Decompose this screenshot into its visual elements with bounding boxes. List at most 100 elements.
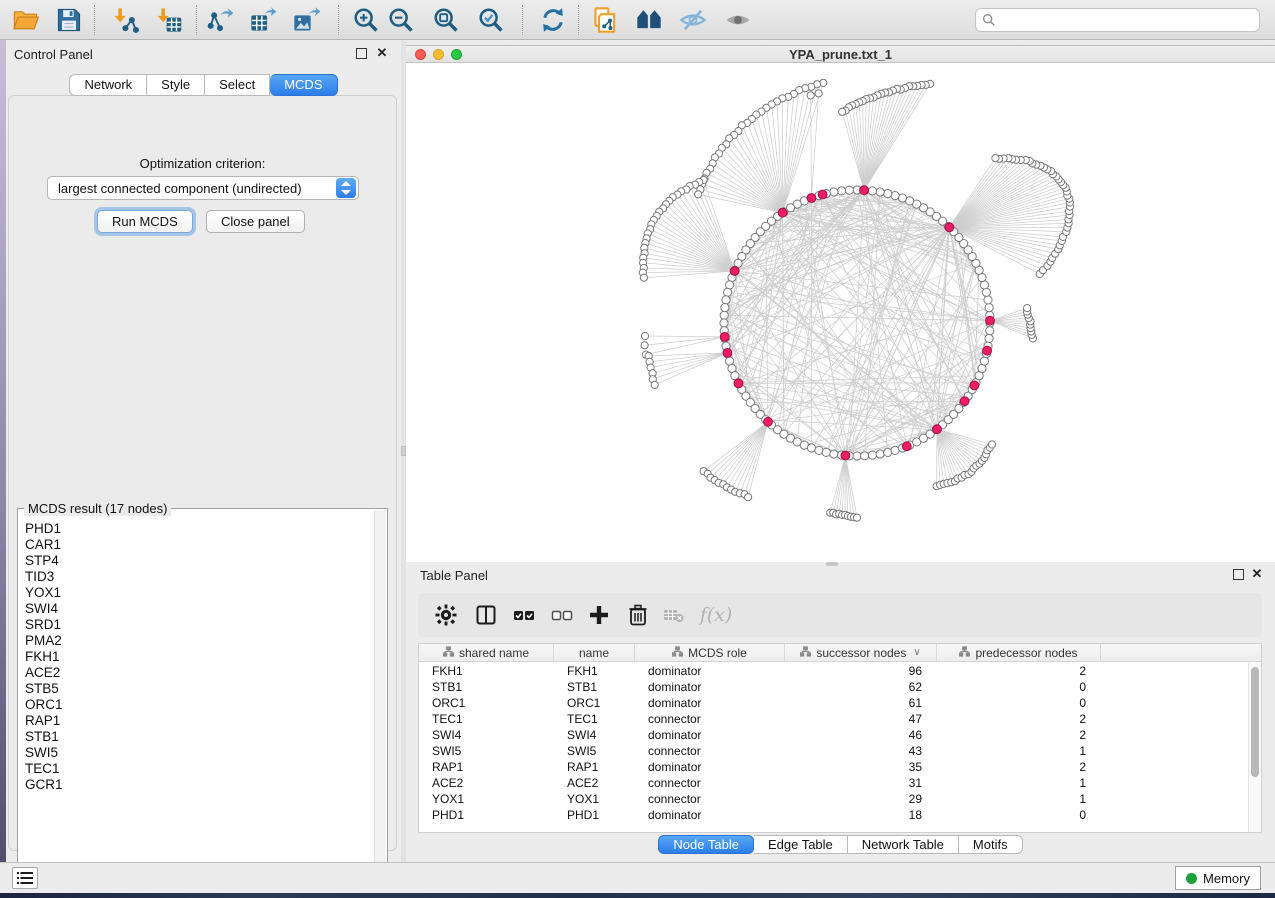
cell-successor-nodes[interactable]: 47 <box>785 711 937 727</box>
mcds-result-item[interactable]: ORC1 <box>25 697 373 713</box>
network-node[interactable] <box>722 296 730 304</box>
network-node[interactable] <box>724 288 732 296</box>
network-dominator-node[interactable] <box>960 397 969 406</box>
search-input[interactable] <box>996 10 1259 30</box>
mcds-result-item[interactable]: PMA2 <box>25 633 373 649</box>
task-history-button[interactable] <box>12 867 38 889</box>
tab-style[interactable]: Style <box>147 74 205 96</box>
network-node[interactable] <box>985 304 993 312</box>
close-panel-icon[interactable]: ✕ <box>375 45 389 61</box>
table-row[interactable]: ORC1ORC1dominator610 <box>419 695 1248 711</box>
tab-edge-table[interactable]: Edge Table <box>754 835 848 854</box>
table-scrollbar[interactable] <box>1248 663 1261 832</box>
cell-successor-nodes[interactable]: 62 <box>785 679 937 695</box>
mcds-result-scrollbar[interactable] <box>374 510 386 878</box>
mcds-result-item[interactable]: GCR1 <box>25 777 373 793</box>
network-dominator-node[interactable] <box>764 417 773 426</box>
cell-mcds-role[interactable]: connector <box>635 743 785 759</box>
network-node[interactable] <box>815 446 823 454</box>
tab-motifs[interactable]: Motifs <box>959 835 1023 854</box>
column-header-predecessor-nodes[interactable]: predecessor nodes <box>937 644 1101 661</box>
table-mode-button[interactable] <box>430 599 462 631</box>
delete-columns-button[interactable] <box>622 599 654 631</box>
network-leaf-node[interactable] <box>815 90 822 97</box>
mcds-result-item[interactable]: RAP1 <box>25 713 373 729</box>
network-node[interactable] <box>838 187 846 195</box>
cell-shared-name[interactable]: STB1 <box>419 679 554 695</box>
network-leaf-node[interactable] <box>745 494 752 501</box>
first-neighbors-button[interactable] <box>631 3 667 37</box>
network-dominator-node[interactable] <box>841 451 850 460</box>
cell-mcds-role[interactable]: dominator <box>635 663 785 679</box>
mcds-result-item[interactable]: TEC1 <box>25 761 373 777</box>
cell-mcds-role[interactable]: dominator <box>635 727 785 743</box>
column-header-name[interactable]: name <box>554 644 635 661</box>
cell-name[interactable]: ACE2 <box>554 775 635 791</box>
mcds-result-item[interactable]: CAR1 <box>25 537 373 553</box>
table-row[interactable]: ACE2ACE2connector311 <box>419 775 1248 791</box>
cell-predecessor-nodes[interactable]: 1 <box>937 775 1101 791</box>
cell-mcds-role[interactable]: dominator <box>635 807 785 823</box>
network-node[interactable] <box>868 187 876 195</box>
cell-predecessor-nodes[interactable]: 2 <box>937 727 1101 743</box>
clone-network-button[interactable] <box>588 3 624 37</box>
cell-shared-name[interactable]: SWI4 <box>419 727 554 743</box>
network-dominator-node[interactable] <box>818 190 827 199</box>
network-node[interactable] <box>986 327 994 335</box>
cell-name[interactable]: YOX1 <box>554 791 635 807</box>
zoom-out-button[interactable] <box>383 3 419 37</box>
column-header-successor-nodes[interactable]: successor nodes∨ <box>785 644 937 661</box>
mcds-result-item[interactable]: SRD1 <box>25 617 373 633</box>
cell-shared-name[interactable]: SWI5 <box>419 743 554 759</box>
network-leaf-node[interactable] <box>1024 305 1031 312</box>
cell-predecessor-nodes[interactable]: 2 <box>937 711 1101 727</box>
mcds-result-item[interactable]: YOX1 <box>25 585 373 601</box>
network-node[interactable] <box>884 190 892 198</box>
network-dominator-node[interactable] <box>730 267 739 276</box>
cell-name[interactable]: ORC1 <box>554 695 635 711</box>
cell-shared-name[interactable]: YOX1 <box>419 791 554 807</box>
network-node[interactable] <box>982 288 990 296</box>
hide-selected-button[interactable] <box>675 3 711 37</box>
show-columns-button[interactable] <box>470 599 502 631</box>
column-header-shared-name[interactable]: shared name <box>419 644 554 661</box>
cell-successor-nodes[interactable]: 31 <box>785 775 937 791</box>
column-header-MCDS-role[interactable]: MCDS role <box>635 644 785 661</box>
network-leaf-node[interactable] <box>651 381 658 388</box>
network-node[interactable] <box>891 192 899 200</box>
mcds-result-item[interactable]: STP4 <box>25 553 373 569</box>
cell-successor-nodes[interactable]: 46 <box>785 727 937 743</box>
memory-button[interactable]: Memory <box>1175 866 1261 890</box>
network-node[interactable] <box>861 452 869 460</box>
cell-predecessor-nodes[interactable]: 2 <box>937 759 1101 775</box>
network-node[interactable] <box>985 334 993 342</box>
cell-shared-name[interactable]: PHD1 <box>419 807 554 823</box>
cell-name[interactable]: TEC1 <box>554 711 635 727</box>
network-dominator-node[interactable] <box>734 379 743 388</box>
cell-shared-name[interactable]: FKH1 <box>419 663 554 679</box>
mcds-result-item[interactable]: STB5 <box>25 681 373 697</box>
export-network-button[interactable] <box>202 3 238 37</box>
mcds-result-item[interactable]: SWI4 <box>25 601 373 617</box>
cell-name[interactable]: RAP1 <box>554 759 635 775</box>
table-row[interactable]: YOX1YOX1connector291 <box>419 791 1248 807</box>
tab-node-table[interactable]: Node Table <box>658 835 754 854</box>
network-node[interactable] <box>884 448 892 456</box>
network-leaf-node[interactable] <box>640 274 647 281</box>
cell-successor-nodes[interactable]: 96 <box>785 663 937 679</box>
cell-name[interactable]: FKH1 <box>554 663 635 679</box>
tab-network-table[interactable]: Network Table <box>848 835 959 854</box>
close-panel-icon[interactable]: ✕ <box>1250 566 1264 582</box>
network-dominator-node[interactable] <box>720 333 729 342</box>
cell-name[interactable]: PHD1 <box>554 807 635 823</box>
cell-predecessor-nodes[interactable]: 0 <box>937 695 1101 711</box>
network-node[interactable] <box>853 452 861 460</box>
refresh-view-button[interactable] <box>535 3 571 37</box>
zoom-in-button[interactable] <box>348 3 384 37</box>
network-leaf-node[interactable] <box>988 441 995 448</box>
cell-shared-name[interactable]: TEC1 <box>419 711 554 727</box>
cell-mcds-role[interactable]: connector <box>635 711 785 727</box>
network-node[interactable] <box>726 281 734 289</box>
network-canvas[interactable] <box>406 63 1275 562</box>
optimization-criterion-select[interactable]: largest connected component (undirected) <box>47 176 359 200</box>
